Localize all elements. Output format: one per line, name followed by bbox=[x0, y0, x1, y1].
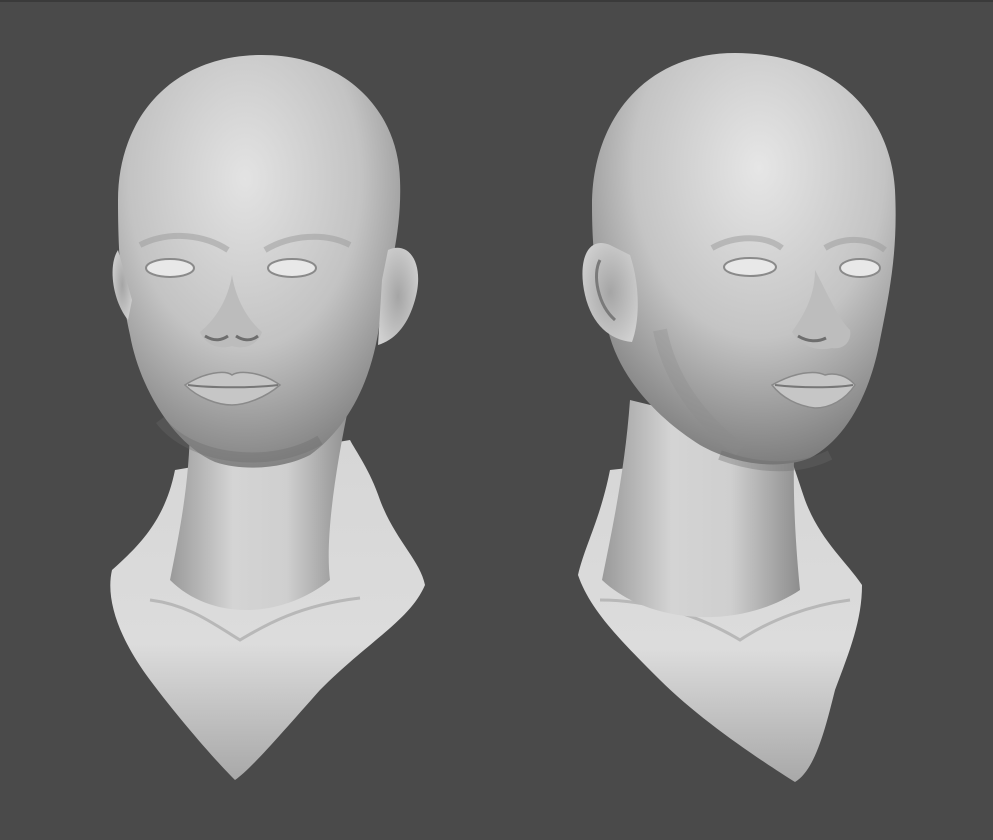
sculpt-viewport bbox=[0, 0, 993, 840]
right-eye bbox=[267, 258, 317, 278]
sculpt-head-three-quarter bbox=[578, 53, 896, 782]
sculpt-head-front bbox=[110, 55, 425, 780]
ear bbox=[582, 243, 638, 342]
left-eye bbox=[145, 258, 195, 278]
right-eye bbox=[839, 258, 881, 278]
left-eye bbox=[723, 257, 777, 277]
sculpt-render bbox=[110, 53, 896, 782]
